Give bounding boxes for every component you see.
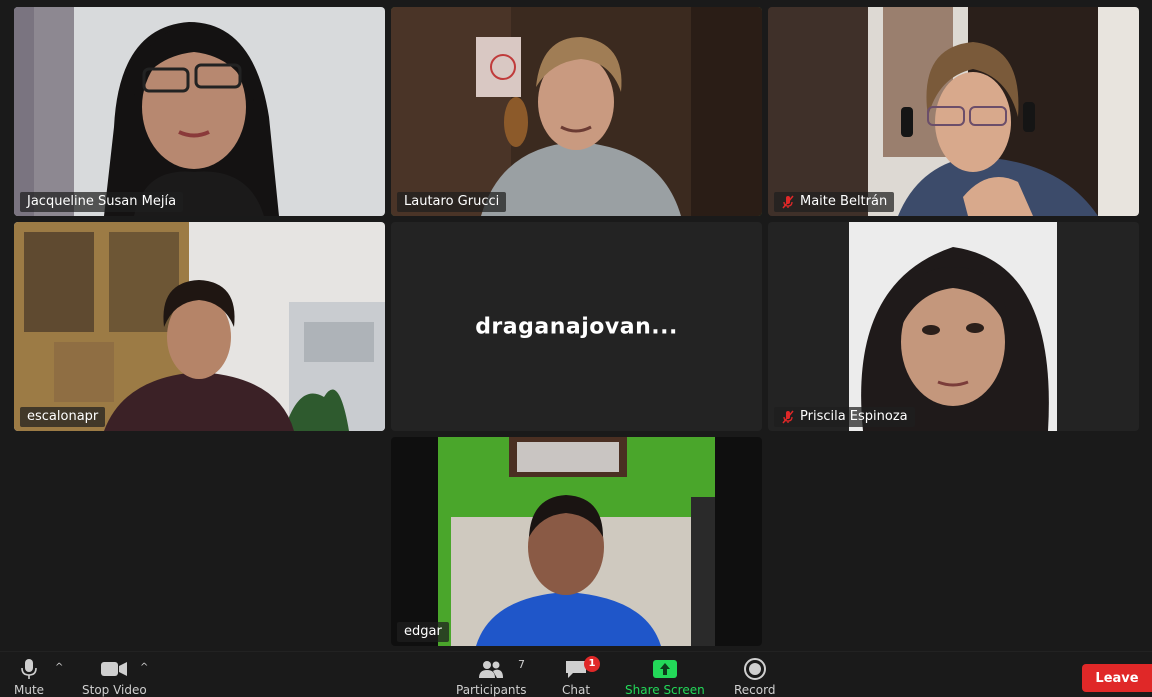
participant-name-label: edgar: [397, 622, 449, 642]
chat-button[interactable]: Chat 1: [562, 656, 600, 697]
chat-unread-badge: 1: [584, 656, 600, 672]
meeting-toolbar: Mute ^ Stop Video ^ Participants 7 Chat …: [0, 651, 1152, 697]
stop-video-button[interactable]: Stop Video: [82, 658, 147, 697]
participant-video: [768, 7, 1139, 216]
participant-video: [391, 437, 762, 646]
mute-button[interactable]: Mute: [14, 658, 44, 697]
leave-button[interactable]: Leave: [1082, 664, 1152, 692]
audio-options-chevron-icon[interactable]: ^: [55, 662, 63, 673]
video-options-chevron-icon[interactable]: ^: [140, 662, 148, 673]
share-screen-icon: [652, 660, 677, 678]
video-tile-maite[interactable]: Maite Beltrán: [768, 7, 1139, 216]
participant-video: [14, 222, 385, 431]
participant-name-label: Lautaro Grucci: [397, 192, 507, 212]
participant-name-label: escalonapr: [20, 407, 106, 427]
record-icon: [743, 658, 766, 680]
participants-count: 7: [518, 658, 525, 671]
participants-icon: [479, 661, 504, 678]
participants-button[interactable]: Participants 7: [456, 658, 527, 697]
muted-mic-icon: [782, 410, 794, 424]
video-tile-escalonapr[interactable]: escalonapr: [14, 222, 385, 431]
share-screen-button[interactable]: Share Screen: [625, 658, 705, 697]
participant-name-label: Jacqueline Susan Mejía: [20, 192, 184, 212]
chat-label: Chat: [562, 683, 591, 697]
participant-video: [391, 7, 762, 216]
mute-label: Mute: [14, 683, 45, 697]
share-screen-label: Share Screen: [625, 683, 705, 697]
participant-video: [14, 7, 385, 216]
video-tile-jacqueline[interactable]: Jacqueline Susan Mejía: [14, 7, 385, 216]
video-tile-edgar[interactable]: edgar: [391, 437, 762, 646]
video-tile-priscila[interactable]: Priscila Espinoza: [768, 222, 1139, 431]
participants-label: Participants: [456, 683, 527, 697]
participant-name-label: Priscila Espinoza: [774, 407, 915, 427]
video-tile-draganajovan[interactable]: draganajovan...: [391, 222, 762, 431]
participant-video: [768, 222, 1139, 431]
record-label: Record: [734, 683, 776, 697]
participant-name-placeholder: draganajovan...: [475, 314, 678, 339]
microphone-icon: [21, 659, 37, 679]
record-button[interactable]: Record: [734, 658, 775, 697]
muted-mic-icon: [782, 195, 794, 209]
stop-video-label: Stop Video: [82, 683, 147, 697]
participant-name-label: Maite Beltrán: [774, 192, 895, 212]
video-camera-icon: [101, 662, 128, 676]
video-tile-lautaro[interactable]: Lautaro Grucci: [391, 7, 762, 216]
